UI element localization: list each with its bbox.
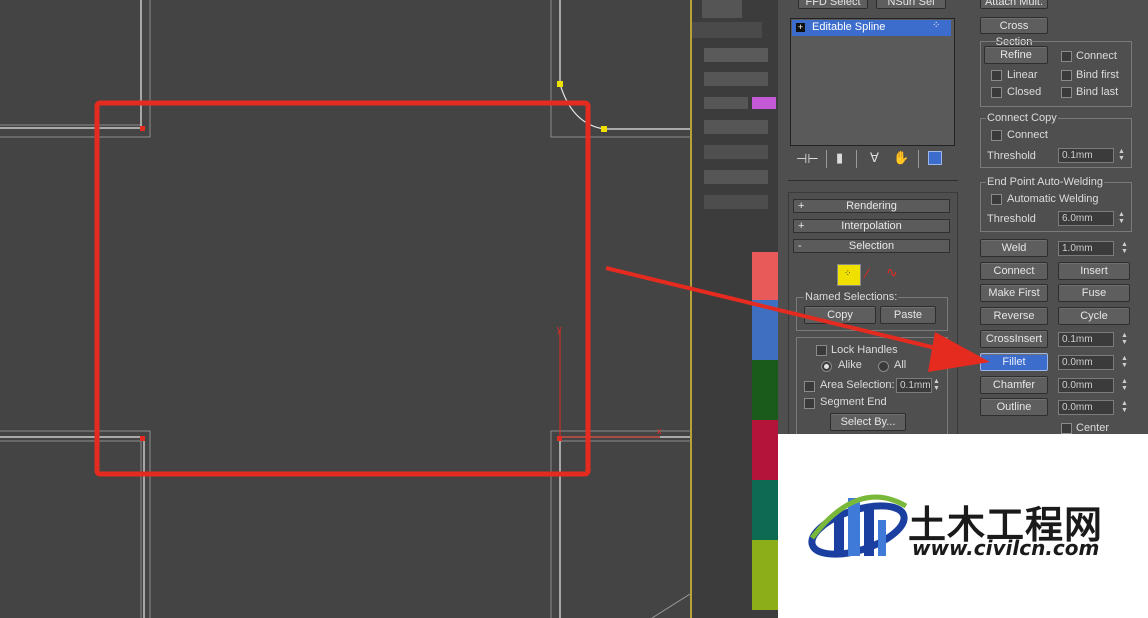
highlight-box	[94, 100, 591, 477]
annotation-arrow-head	[928, 332, 990, 372]
annotation-arrow-line	[605, 266, 953, 354]
watermark: 土木工程网 www.civilcn.com	[778, 434, 1148, 618]
watermark-url: www.civilcn.com	[912, 536, 1100, 560]
civilcn-logo	[808, 494, 908, 558]
